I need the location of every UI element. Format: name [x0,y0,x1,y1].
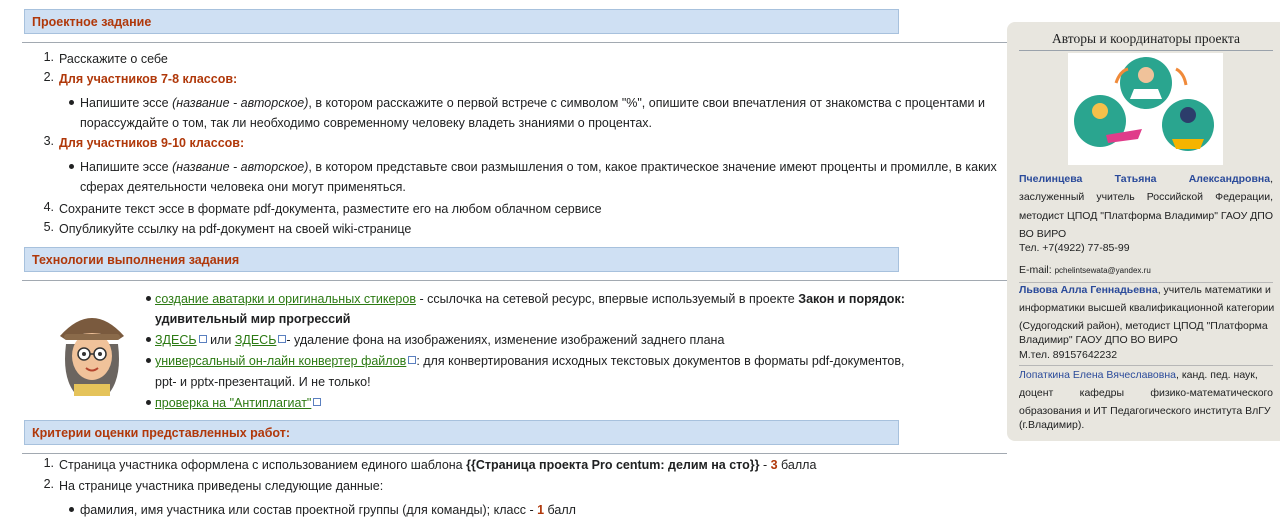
author-2-name: Львова Алла Геннадьевна [1019,284,1158,296]
external-link-icon [408,356,417,364]
author-3-name: Лопаткина Елена Вячеславовна [1019,369,1176,381]
bullet [146,358,151,363]
task-item-4: Сохраните текст эссе в формате pdf-докум… [59,202,602,216]
external-link-icon [313,398,322,406]
author-2-line2: информатики высшей квалификационной кате… [1019,302,1275,314]
divider [22,453,1007,454]
task-item-3: Для участников 9-10 классов: [59,136,245,150]
antiplagiat-link[interactable]: проверка на "Антиплагиат" [155,396,311,410]
bullet [69,100,74,105]
task-item-1: Расскажите о себе [59,52,168,66]
list-number: 1. [43,50,54,64]
authors-sidebar: Авторы и координаторы проекта Пчелинцева… [1007,22,1280,441]
author-1-line1: Пчелинцева Татьяна Александровна, [1019,173,1273,185]
divider [22,42,1007,43]
task-item-3-bullet-line2: сферах деятельности человека они могут п… [80,180,406,194]
section-header-tech: Технологии выполнения задания [24,247,899,272]
author-1-phone: Тел. +7(4922) 77-85-99 [1019,242,1130,254]
tech-item-2: ЗДЕСЬ или ЗДЕСЬ - удаление фона на изобра… [155,333,725,347]
bullet [69,164,74,169]
task-item-5: Опубликуйте ссылку на pdf-документ на св… [59,222,412,236]
criteria-item-1: Страница участника оформлена с использов… [59,458,817,472]
author-2-line1: Львова Алла Геннадьевна, учитель математ… [1019,284,1271,296]
list-number: 5. [43,220,54,234]
bullet [69,507,74,512]
task-item-2-bullet: Напишите эссе (название - авторское), в … [80,96,985,110]
tech-item-1: создание аватарки и оригинальных стикеро… [155,292,905,306]
external-link-icon [278,335,287,343]
tech-item-4: проверка на "Антиплагиат" [155,394,322,412]
criteria-item-2: На странице участника приведены следующи… [59,479,384,493]
author-1-name: Пчелинцева Татьяна Александровна [1019,173,1271,185]
author-3-line1: Лопаткина Елена Вячеславовна, канд. пед.… [1019,369,1258,381]
task-item-2: Для участников 7-8 классов: [59,72,238,86]
author-1-line3: методист ЦПОД "Платформа Владимир" ГАОУ … [1019,210,1274,222]
bullet [146,337,151,342]
list-number: 3. [43,134,54,148]
team-illustration [1068,53,1223,165]
author-3-line4: (г.Владимир). [1019,419,1085,431]
converter-link[interactable]: универсальный он-лайн конвертер файлов [155,354,406,368]
avatar-illustration [60,318,124,396]
sidebar-title: Авторы и координаторы проекта [1019,31,1273,51]
task-item-2-bullet-line2: порассуждайте о том, так ли необходимо с… [80,116,653,130]
tech-item-1-line2: удивительный мир прогрессий [155,312,351,326]
author-3-line2: доцент кафедры физико-математического [1019,387,1273,399]
here-link-2[interactable]: ЗДЕСЬ [235,333,277,347]
tech-item-3: универсальный он-лайн конвертер файлов: … [155,354,905,368]
divider [22,280,1007,281]
list-number: 2. [43,477,54,491]
here-link-1[interactable]: ЗДЕСЬ [155,333,197,347]
author-1-line2: заслуженный учитель Российской Федерации… [1019,191,1273,203]
list-number: 2. [43,70,54,84]
tech-item-3-line2: ppt- и pptx-презентаций. И не только! [155,375,371,389]
avatar-stickers-link[interactable]: создание аватарки и оригинальных стикеро… [155,292,416,306]
section-header-task: Проектное задание [24,9,899,34]
bullet [146,296,151,301]
task-item-3-bullet: Напишите эссе (название - авторское), в … [80,160,997,174]
bullet [146,400,151,405]
section-header-criteria: Критерии оценки представленных работ: [24,420,899,445]
author-2-phone: М.тел. 89157642232 [1019,349,1118,361]
list-number: 4. [43,200,54,214]
criteria-item-2-bullet: фамилия, имя участника или состав проект… [80,503,576,517]
author-1-email: E-mail: pchelintsewata@yandex.ru [1019,264,1151,276]
list-number: 1. [43,456,54,470]
external-link-icon [198,335,207,343]
